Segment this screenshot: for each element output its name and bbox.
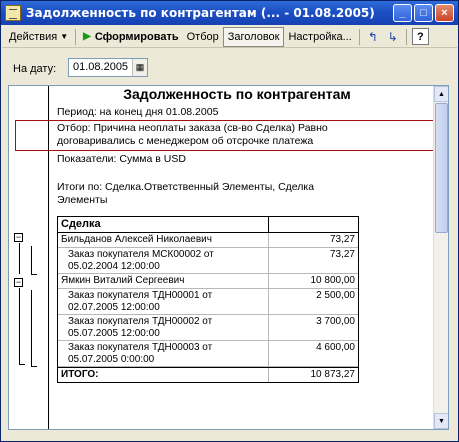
row-label-line: 05.02.2004 12:00:00 [68,261,160,272]
row-value: 10 800,00 [310,275,356,286]
table-row[interactable]: Заказ покупателя ТДН00001 от 02.07.2005 1… [58,289,358,315]
window-title: Задолженность по контрагентам (... - 01.… [26,6,375,20]
report-period: Период: на конец дня 01.08.2005 [57,106,219,118]
row-value: 73,27 [329,249,355,260]
column-header-deal: Сделка [58,217,269,232]
title-bar[interactable]: Задолженность по контрагентам (... - 01.… [1,1,458,25]
maximize-button[interactable]: □ [414,4,433,22]
row-label: Заказ покупателя ТДН00003 от 05.07.2005 0… [58,341,269,366]
total-value: 10 873,27 [310,369,356,380]
table-row[interactable]: Заказ покупателя МСК00002 от 05.02.2004 1… [58,248,358,274]
move-up-icon[interactable]: ↰ [363,27,383,47]
table-header: Сделка [58,217,358,233]
date-label: На дату: [13,63,57,75]
group-line [19,364,25,365]
row-label-line: Заказ покупателя ТДН00003 от [68,342,213,353]
table-row[interactable]: Бильданов Алексей Николаевич 73,27 [58,233,358,248]
actions-menu-button[interactable]: Действия ▼ [5,27,72,47]
table-row[interactable]: Заказ покупателя ТДН00003 от 05.07.2005 0… [58,341,358,367]
calendar-icon[interactable]: ▦ [132,59,147,76]
table-row[interactable]: Заказ покупателя ТДН00002 от 05.07.2005 1… [58,315,358,341]
vertical-scrollbar[interactable]: ▲ ▼ [433,86,448,429]
row-value: 3 700,00 [316,316,355,327]
help-button[interactable]: ? [411,28,429,45]
date-bar: На дату: 01.08.2005 ▦ [1,56,458,80]
row-label: Заказ покупателя МСК00002 от 05.02.2004 1… [58,248,269,273]
collapse-group-icon[interactable]: − [14,278,23,287]
group-line [31,290,32,366]
settings-button[interactable]: Настройка... [284,27,355,47]
move-down-icon[interactable]: ↳ [383,27,403,47]
row-label-line: 02.07.2005 12:00:00 [68,302,160,313]
report-filter-line1: Отбор: Причина неоплаты заказа (св-во Сд… [57,122,328,134]
filter-button[interactable]: Отбор [183,27,223,47]
toolbar-separator [75,28,77,45]
group-line [31,366,37,367]
report-table: Сделка Бильданов Алексей Николаевич 73,2… [57,216,359,383]
report-icon [5,5,21,21]
row-label-line: 05.07.2005 12:00:00 [68,328,160,339]
report-sheet[interactable]: − − Задолженность по контрагентам Период… [8,85,449,430]
toolbar-separator [358,28,360,45]
table-total-row[interactable]: ИТОГО: 10 873,27 [58,367,358,382]
generate-label: Сформировать [94,30,179,43]
minimize-button[interactable]: _ [393,4,412,22]
report-indicators: Показатели: Сумма в USD [57,153,186,165]
report-window: Задолженность по контрагентам (... - 01.… [0,0,459,442]
collapse-group-icon[interactable]: − [14,233,23,242]
group-line [31,274,37,275]
row-label-line: Заказ покупателя МСК00002 от [68,249,214,260]
row-value: 4 600,00 [316,342,355,353]
header-toggle-button[interactable]: Заголовок [222,26,285,47]
toolbar-separator [405,28,407,45]
row-value: 73,27 [329,234,355,245]
row-label: Заказ покупателя ТДН00001 от 02.07.2005 1… [58,289,269,314]
toolbar: Действия ▼ ▶ Сформировать Отбор Заголово… [2,26,457,48]
report-totals-line1: Итоги по: Сделка.Ответственный Элементы,… [57,181,315,193]
total-label: ИТОГО: [58,368,269,382]
generate-button[interactable]: ▶ Сформировать [79,27,183,47]
row-label: Заказ покупателя ТДН00002 от 05.07.2005 1… [58,315,269,340]
scroll-up-icon[interactable]: ▲ [434,86,448,102]
group-line [31,246,32,274]
group-line [19,288,20,364]
row-label-line: Заказ покупателя ТДН00001 от [68,290,213,301]
table-row[interactable]: Ямкин Виталий Сергеевич 10 800,00 [58,274,358,289]
report-title: Задолженность по контрагентам [123,86,351,102]
report-totals-line2: Элементы [57,194,108,206]
row-label: Бильданов Алексей Николаевич [58,233,269,247]
close-button[interactable]: × [435,4,454,22]
group-line [19,243,20,274]
scroll-thumb[interactable] [435,103,448,233]
play-icon: ▶ [83,31,91,42]
scroll-down-icon[interactable]: ▼ [434,413,448,429]
actions-label: Действия [9,30,58,43]
row-label: Ямкин Виталий Сергеевич [58,274,269,288]
dropdown-arrow-icon: ▼ [60,32,69,41]
report-filter-line2: договаривались с менеджером об отсрочке … [57,135,314,147]
row-label-line: 05.07.2005 0:00:00 [68,354,155,365]
row-value: 2 500,00 [316,290,355,301]
row-label-line: Заказ покупателя ТДН00002 от [68,316,213,327]
